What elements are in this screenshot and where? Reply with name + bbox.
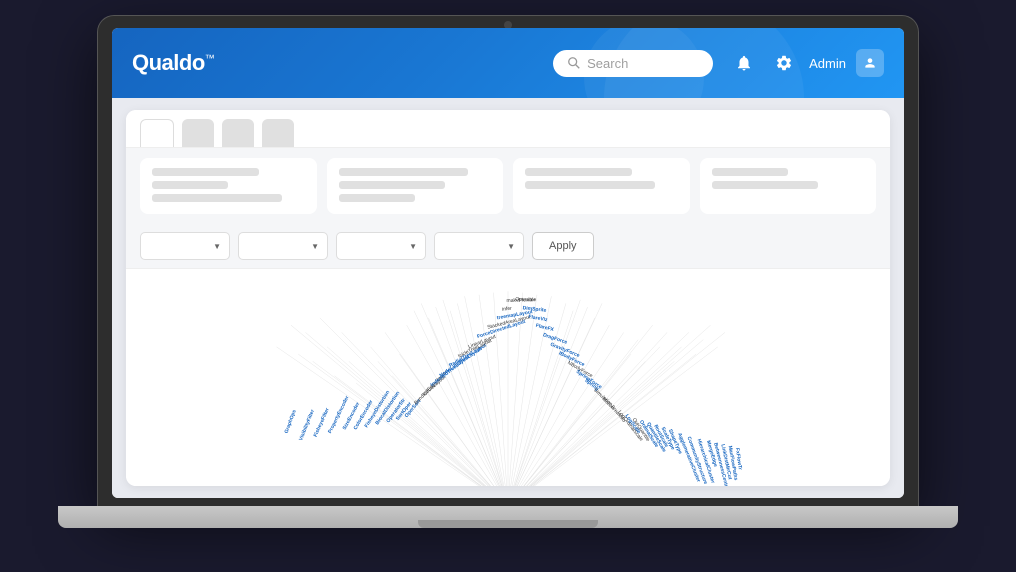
summary-row (126, 148, 890, 224)
svg-text:FlareFX: FlareFX (535, 323, 555, 333)
user-icon (863, 56, 877, 70)
skeleton-line (339, 168, 469, 176)
main-card: ▼ ▼ ▼ ▼ Apply (126, 110, 890, 486)
skeleton-line (152, 194, 282, 202)
logo: Qualdo™ (132, 50, 214, 76)
chevron-down-icon: ▼ (409, 242, 417, 251)
notification-button[interactable] (729, 48, 759, 78)
filter-dropdown-4[interactable]: ▼ (434, 232, 524, 260)
skeleton-line (152, 181, 228, 189)
chevron-down-icon: ▼ (311, 242, 319, 251)
skeleton-line (339, 181, 446, 189)
gear-icon (775, 54, 793, 72)
svg-text:FlareViz: FlareViz (528, 314, 548, 323)
app-content: ▼ ▼ ▼ ▼ Apply (112, 98, 904, 498)
tab-4[interactable] (262, 119, 294, 147)
screen-bezel: Qualdo™ Search (98, 16, 918, 506)
summary-card-4 (700, 158, 877, 214)
apply-button[interactable]: Apply (532, 232, 594, 260)
settings-button[interactable] (769, 48, 799, 78)
laptop-container: Qualdo™ Search (78, 16, 938, 556)
tabs-row (126, 110, 890, 148)
search-input[interactable]: Search (587, 56, 628, 71)
summary-card-1 (140, 158, 317, 214)
bell-icon (735, 54, 753, 72)
svg-text:Operator: Operator (515, 297, 535, 304)
fan-visualization: GraphOps VisibilityFilter FisheyeFilter … (126, 289, 890, 486)
laptop-base (58, 506, 958, 528)
svg-text:infer: infer (502, 306, 513, 313)
skeleton-line (525, 181, 655, 189)
search-icon (567, 56, 581, 70)
tab-2[interactable] (182, 119, 214, 147)
screen: Qualdo™ Search (112, 28, 904, 498)
svg-text:GraphOps: GraphOps (284, 409, 298, 434)
app-header: Qualdo™ Search (112, 28, 904, 98)
chevron-down-icon: ▼ (213, 242, 221, 251)
skeleton-line (152, 168, 259, 176)
skeleton-line (525, 168, 632, 176)
summary-card-3 (513, 158, 690, 214)
admin-label: Admin (809, 56, 846, 71)
filter-dropdown-1[interactable]: ▼ (140, 232, 230, 260)
filter-dropdown-3[interactable]: ▼ (336, 232, 426, 260)
skeleton-line (712, 181, 819, 189)
logo-text: Qualdo™ (132, 50, 214, 75)
header-icons: Admin (729, 48, 884, 78)
admin-avatar[interactable] (856, 49, 884, 77)
search-bar[interactable]: Search (553, 50, 713, 77)
visualization-area: GraphOps VisibilityFilter FisheyeFilter … (126, 268, 890, 486)
tab-3[interactable] (222, 119, 254, 147)
skeleton-line (712, 168, 788, 176)
summary-card-2 (327, 158, 504, 214)
filter-dropdown-2[interactable]: ▼ (238, 232, 328, 260)
skeleton-line (339, 194, 415, 202)
chevron-down-icon: ▼ (507, 242, 515, 251)
filter-row: ▼ ▼ ▼ ▼ Apply (126, 224, 890, 268)
tab-1[interactable] (140, 119, 174, 147)
